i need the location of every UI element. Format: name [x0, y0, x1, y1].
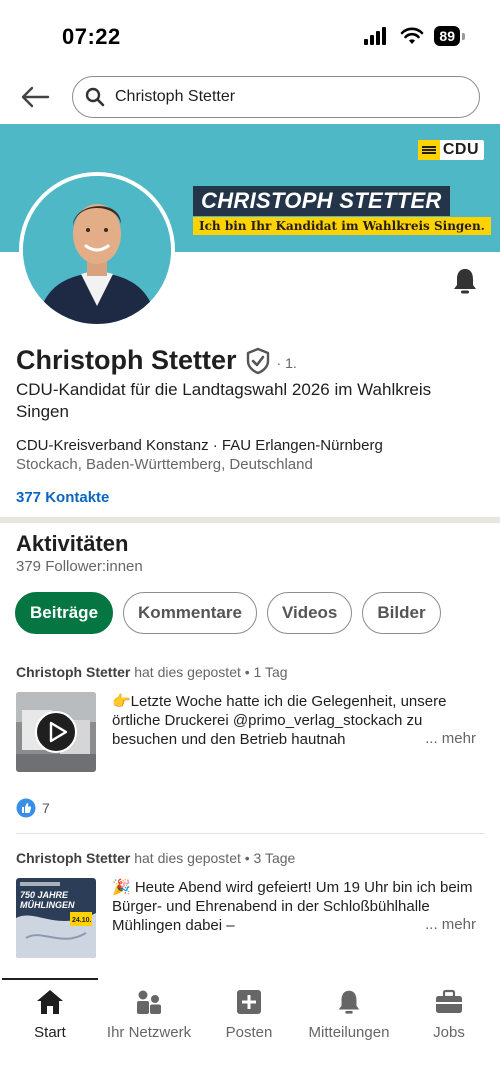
- nav-label: Jobs: [433, 1024, 465, 1041]
- reaction-count: 7: [42, 800, 50, 816]
- nav-label: Mitteilungen: [308, 1024, 390, 1041]
- profile-headline: CDU-Kandidat für die Landtagswahl 2026 i…: [16, 380, 432, 421]
- bell-icon: [335, 988, 363, 1016]
- nav-jobs[interactable]: Jobs: [399, 978, 499, 1048]
- post-meta: Christoph Stetter hat dies gepostet • 1 …: [16, 664, 288, 680]
- thumb-title: 750 JAHRE: [20, 890, 69, 900]
- followers-count: 379 Follower:innen: [16, 558, 143, 575]
- svg-text:MÜHLINGEN: MÜHLINGEN: [20, 900, 75, 910]
- post-action: hat dies gepostet • 3 Tage: [130, 850, 296, 866]
- post-reactions[interactable]: 7: [16, 798, 50, 818]
- tab-bilder[interactable]: Bilder: [362, 592, 441, 634]
- search-header: [0, 70, 500, 124]
- profile-name: Christoph Stetter: [16, 345, 237, 375]
- cdu-logo: CDU: [417, 140, 484, 160]
- cdu-logo-text: CDU: [442, 141, 479, 158]
- svg-text:24.10.: 24.10.: [72, 917, 92, 924]
- nav-notifications[interactable]: Mitteilungen: [299, 978, 399, 1048]
- nav-network[interactable]: Ihr Netzwerk: [99, 978, 199, 1048]
- activity-title: Aktivitäten: [16, 531, 129, 556]
- banner-name: CHRISTOPH STETTER: [193, 186, 450, 216]
- nav-label: Start: [34, 1024, 66, 1041]
- activity-filter-tabs: Beiträge Kommentare Videos Bilder: [15, 592, 441, 634]
- search-icon: [85, 87, 105, 107]
- bell-icon: [454, 269, 476, 294]
- arrow-left-icon: [21, 86, 50, 108]
- signal-icon: [364, 27, 387, 45]
- avatar-photo: [23, 176, 171, 324]
- see-more-link[interactable]: ... mehr: [419, 916, 476, 933]
- connections-link[interactable]: 377 Kontakte: [16, 489, 109, 506]
- post-image-thumbnail[interactable]: 750 JAHRE MÜHLINGEN 24.10.: [16, 878, 96, 958]
- tab-kommentare[interactable]: Kommentare: [123, 592, 257, 634]
- verified-shield-icon[interactable]: [245, 347, 271, 375]
- post-action: hat dies gepostet • 1 Tag: [130, 664, 288, 680]
- bottom-navigation: Start Ihr Netzwerk Posten Mitteilungen J…: [0, 978, 500, 1084]
- like-reaction-icon: [16, 798, 36, 818]
- banner-tagline: Ich bin Ihr Kandidat im Wahlkreis Singen…: [193, 217, 491, 235]
- post-author[interactable]: Christoph Stetter: [16, 850, 130, 866]
- connection-degree: · 1.: [276, 354, 297, 371]
- briefcase-icon: [435, 988, 463, 1016]
- follow-notifications-button[interactable]: [450, 266, 480, 296]
- profile-name-row: Christoph Stetter · 1.: [16, 345, 297, 376]
- cdu-flag-icon: [417, 140, 440, 160]
- battery-indicator: 89: [434, 26, 465, 46]
- post-divider: [16, 833, 484, 834]
- wifi-icon: [401, 27, 424, 44]
- search-bar[interactable]: [72, 76, 480, 118]
- tab-beitraege[interactable]: Beiträge: [15, 592, 114, 634]
- nav-label: Ihr Netzwerk: [106, 1024, 192, 1041]
- avatar[interactable]: [19, 172, 175, 328]
- home-icon: [36, 988, 64, 1016]
- search-input[interactable]: [115, 88, 445, 106]
- tab-videos[interactable]: Videos: [266, 592, 353, 634]
- back-button[interactable]: [18, 82, 52, 112]
- post-meta: Christoph Stetter hat dies gepostet • 3 …: [16, 850, 295, 866]
- profile-location: Stockach, Baden-Württemberg, Deutschland: [16, 456, 313, 473]
- profile-organizations[interactable]: CDU-Kreisverband Konstanz · FAU Erlangen…: [16, 437, 383, 454]
- nav-label: Posten: [225, 1024, 273, 1041]
- post-author[interactable]: Christoph Stetter: [16, 664, 130, 680]
- nav-post[interactable]: Posten: [199, 978, 299, 1048]
- status-time: 07:22: [62, 24, 121, 49]
- status-bar: 07:22 89: [0, 0, 500, 70]
- nav-start[interactable]: Start: [0, 978, 100, 1048]
- section-divider: [0, 517, 500, 523]
- status-icons: 89: [364, 26, 465, 46]
- post-video-thumbnail[interactable]: [16, 692, 96, 772]
- see-more-link[interactable]: ... mehr: [419, 730, 476, 747]
- plus-square-icon: [235, 988, 263, 1016]
- network-icon: [135, 988, 163, 1016]
